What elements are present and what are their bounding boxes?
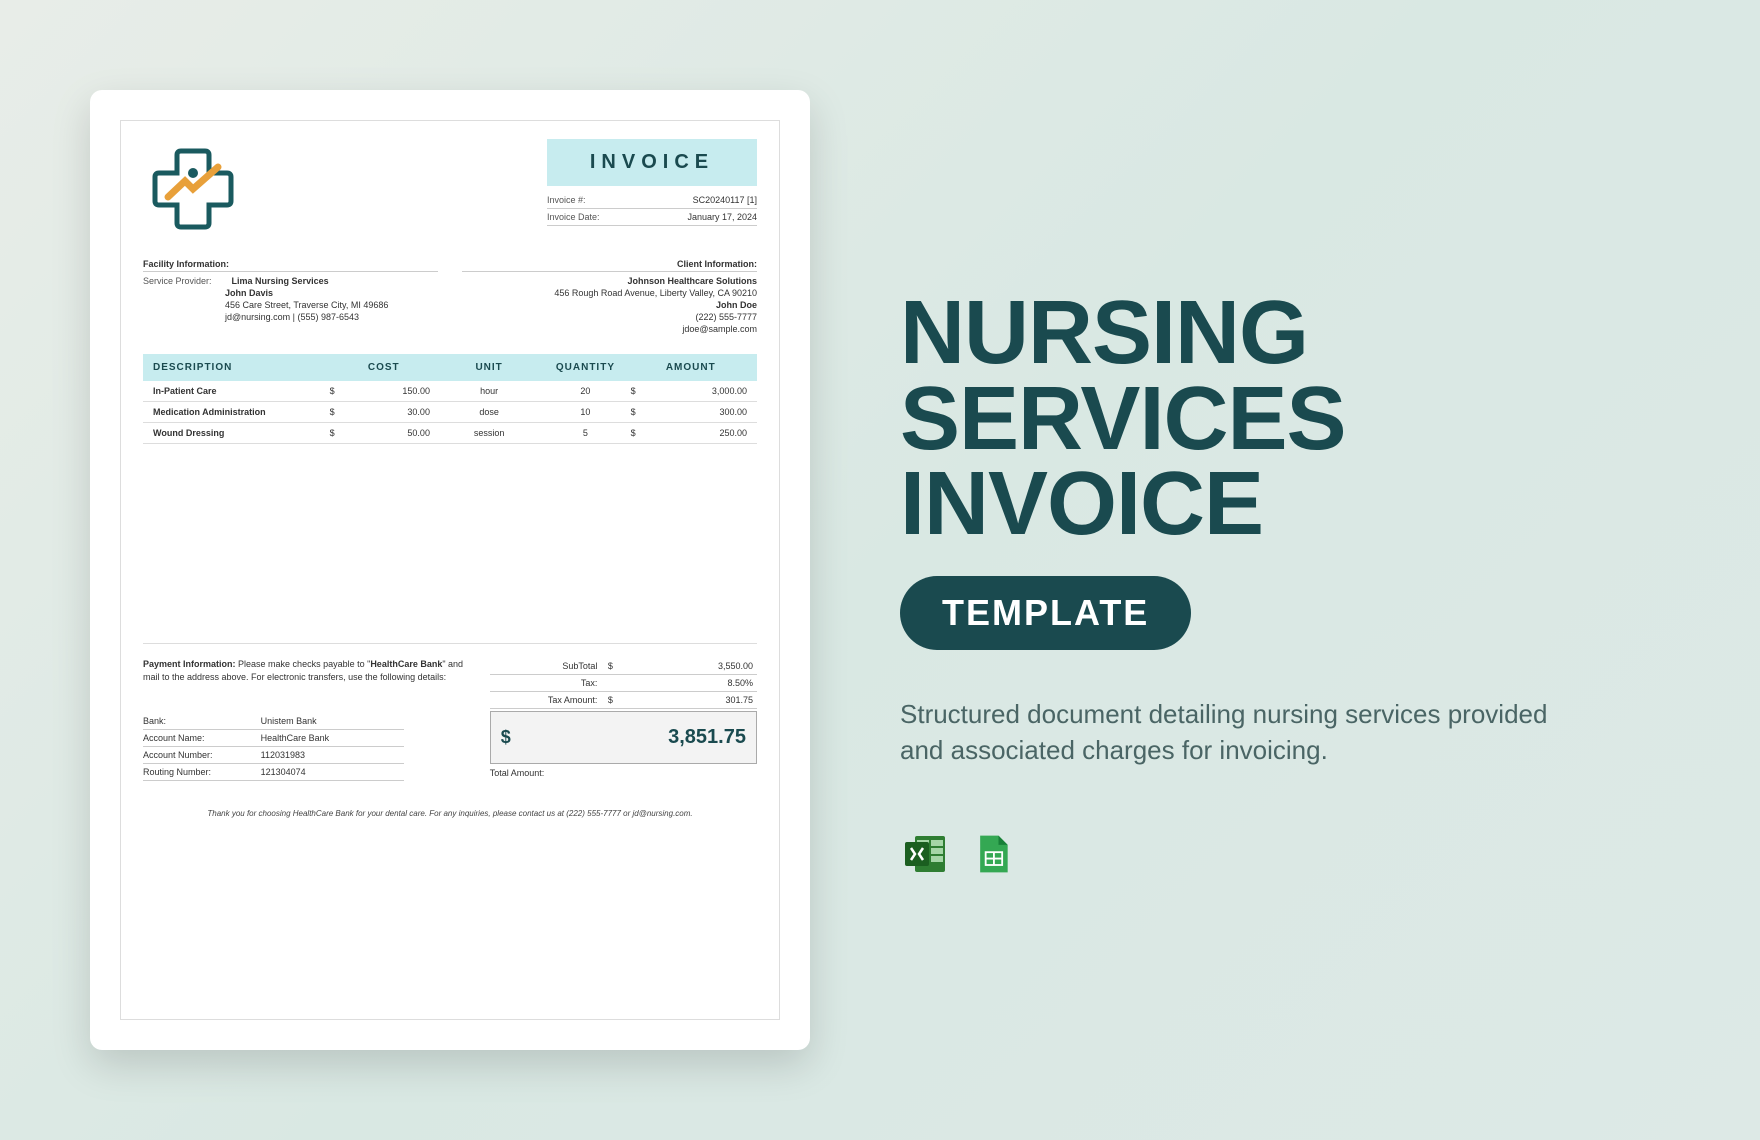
payment-heading: Payment Information:	[143, 659, 236, 669]
item-amount: 3,000.00	[655, 386, 751, 396]
col-quantity: QUANTITY	[540, 362, 630, 373]
client-contact-name: John Doe	[462, 300, 757, 310]
account-name: HealthCare Bank	[261, 733, 405, 743]
client-info: Client Information: Johnson Healthcare S…	[462, 259, 757, 336]
headline-line-3: INVOICE	[900, 462, 1670, 548]
client-company: Johnson Healthcare Solutions	[462, 276, 757, 286]
excel-icon	[900, 829, 950, 879]
client-address: 456 Rough Road Avenue, Liberty Valley, C…	[462, 288, 757, 298]
item-quantity: 5	[540, 428, 630, 438]
routing-number-label: Routing Number:	[143, 767, 261, 777]
currency-symbol: $	[330, 407, 352, 417]
line-item: In-Patient Care$150.00hour20$3,000.00	[143, 381, 757, 402]
currency-symbol: $	[631, 428, 655, 438]
promo-panel: NURSING SERVICES INVOICE TEMPLATE Struct…	[900, 261, 1670, 878]
currency-symbol: $	[631, 407, 655, 417]
item-cost: 150.00	[351, 386, 438, 396]
col-description: DESCRIPTION	[149, 362, 330, 373]
facility-contact-name: John Davis	[225, 288, 273, 298]
footer-note: Thank you for choosing HealthCare Bank f…	[143, 809, 757, 818]
subtotal: 3,550.00	[623, 661, 753, 671]
tax: 8.50%	[623, 678, 753, 688]
promo-description: Structured document detailing nursing se…	[900, 696, 1580, 769]
facility-address: 456 Care Street, Traverse City, MI 49686	[143, 300, 438, 310]
service-provider-label: Service Provider:	[143, 276, 212, 286]
template-badge: TEMPLATE	[900, 576, 1191, 650]
empty-rows	[143, 444, 757, 644]
col-cost: COST	[330, 362, 438, 373]
tax-label: Tax:	[494, 678, 598, 688]
client-email: jdoe@sample.com	[462, 324, 757, 334]
item-cost: 30.00	[351, 407, 438, 417]
item-amount: 300.00	[655, 407, 751, 417]
subtotal-label: SubTotal	[494, 661, 598, 671]
item-amount: 250.00	[655, 428, 751, 438]
payment-text-1: Please make checks payable to "	[238, 659, 370, 669]
headline-line-2: SERVICES	[900, 377, 1670, 463]
facility-contact: jd@nursing.com | (555) 987-6543	[143, 312, 438, 322]
payment-payee: HealthCare Bank	[370, 659, 442, 669]
col-amount: AMOUNT	[631, 362, 751, 373]
item-unit: hour	[438, 386, 540, 396]
item-description: Medication Administration	[149, 407, 330, 417]
item-unit: session	[438, 428, 540, 438]
account-number-label: Account Number:	[143, 750, 261, 760]
currency-symbol: $	[597, 661, 623, 671]
grand-total-box: $ 3,851.75	[490, 711, 757, 764]
invoice-number: SC20240117 [1]	[693, 195, 757, 205]
item-description: Wound Dressing	[149, 428, 330, 438]
item-unit: dose	[438, 407, 540, 417]
facility-info: Facility Information: Service Provider: …	[143, 259, 438, 336]
totals: SubTotal $ 3,550.00 Tax: 8.50% Tax Amoun…	[490, 658, 757, 781]
grand-total-label: Total Amount:	[490, 768, 757, 778]
invoice-preview-card: INVOICE Invoice #: SC20240117 [1] Invoic…	[90, 90, 810, 1050]
client-phone: (222) 555-7777	[462, 312, 757, 322]
facility-heading: Facility Information:	[143, 259, 438, 272]
payment-info: Payment Information: Please make checks …	[143, 658, 470, 781]
invoice-date: January 17, 2024	[687, 212, 757, 222]
currency-symbol: $	[330, 428, 352, 438]
item-quantity: 10	[540, 407, 630, 417]
invoice-meta: Invoice #: SC20240117 [1] Invoice Date: …	[547, 192, 757, 226]
line-items-body: In-Patient Care$150.00hour20$3,000.00Med…	[143, 381, 757, 444]
currency-symbol: $	[631, 386, 655, 396]
tax-amount-label: Tax Amount:	[494, 695, 598, 705]
item-description: In-Patient Care	[149, 386, 330, 396]
bank: Unistem Bank	[261, 716, 405, 726]
line-item: Wound Dressing$50.00session5$250.00	[143, 423, 757, 444]
grand-total: 3,851.75	[550, 726, 746, 749]
bank-label: Bank:	[143, 716, 261, 726]
invoice-body: INVOICE Invoice #: SC20240117 [1] Invoic…	[120, 120, 780, 1020]
line-items-header: DESCRIPTION COST UNIT QUANTITY AMOUNT	[143, 354, 757, 381]
invoice-title: INVOICE	[547, 139, 757, 186]
company-logo	[143, 139, 253, 249]
item-quantity: 20	[540, 386, 630, 396]
currency-symbol: $	[597, 695, 623, 705]
item-cost: 50.00	[351, 428, 438, 438]
client-heading: Client Information:	[462, 259, 757, 272]
account-number: 112031983	[261, 750, 405, 760]
service-provider: Lima Nursing Services	[232, 276, 329, 286]
invoice-date-label: Invoice Date:	[547, 212, 600, 222]
headline-line-1: NURSING	[900, 291, 1670, 377]
routing-number: 121304074	[261, 767, 405, 777]
invoice-number-label: Invoice #:	[547, 195, 586, 205]
line-item: Medication Administration$30.00dose10$30…	[143, 402, 757, 423]
tax-amount: 301.75	[623, 695, 753, 705]
currency-symbol: $	[501, 727, 550, 748]
currency-symbol: $	[330, 386, 352, 396]
col-unit: UNIT	[438, 362, 540, 373]
google-sheets-icon	[968, 829, 1018, 879]
account-name-label: Account Name:	[143, 733, 261, 743]
